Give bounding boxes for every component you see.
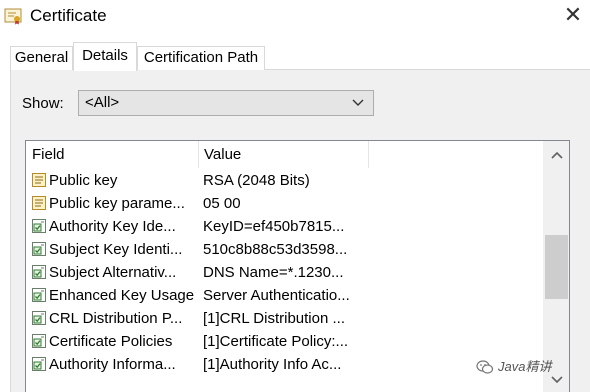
extension-icon: [31, 241, 47, 257]
row-value: KeyID=ef450b7815...: [203, 218, 345, 235]
list-row[interactable]: Public key RSA (2048 Bits): [26, 169, 544, 192]
row-field: CRL Distribution P...: [49, 310, 183, 327]
chevron-up-icon: [550, 151, 563, 159]
property-icon: [31, 195, 47, 211]
chevron-down-icon: [352, 99, 364, 106]
window-title: Certificate: [30, 6, 107, 25]
property-icon: [31, 172, 47, 188]
scroll-thumb[interactable]: [545, 235, 568, 299]
watermark-text: Java精讲: [498, 359, 552, 374]
tab-general[interactable]: General: [10, 46, 73, 70]
row-value: 510c8b88c53d3598...: [203, 241, 348, 258]
wechat-icon: [476, 360, 494, 374]
vertical-scrollbar[interactable]: [543, 141, 569, 392]
column-divider[interactable]: [368, 141, 369, 168]
extension-icon: [31, 264, 47, 280]
list-header: Field Value: [26, 141, 544, 168]
certificate-icon: [4, 8, 22, 25]
row-field: Public key: [49, 172, 118, 189]
extension-icon: [31, 218, 47, 234]
fields-list[interactable]: Field Value Public key RSA (2048 Bits) Pub…: [25, 140, 570, 392]
row-value: [1]CRL Distribution ...: [203, 310, 345, 327]
list-row[interactable]: Public key parame... 05 00: [26, 192, 544, 215]
row-field: Subject Alternativ...: [49, 264, 177, 281]
show-label: Show:: [22, 95, 64, 112]
watermark: Java精讲: [476, 356, 586, 378]
row-field: Enhanced Key Usage: [49, 287, 195, 304]
list-row[interactable]: Subject Alternativ... DNS Name=*.1230...: [26, 261, 544, 284]
show-dropdown[interactable]: <All>: [78, 90, 374, 116]
list-row[interactable]: CRL Distribution P... [1]CRL Distribution…: [26, 307, 544, 330]
row-field: Subject Key Identi...: [49, 241, 183, 258]
extension-icon: [31, 356, 47, 372]
row-field: Certificate Policies: [49, 333, 173, 350]
row-value: 05 00: [203, 195, 241, 212]
list-row[interactable]: Enhanced Key Usage Server Authenticatio..…: [26, 284, 544, 307]
tab-certification-path[interactable]: Certification Path: [137, 46, 265, 70]
list-row[interactable]: Subject Key Identi... 510c8b88c53d3598...: [26, 238, 544, 261]
tab-details[interactable]: Details: [73, 42, 137, 71]
scroll-up-button[interactable]: [543, 141, 569, 168]
extension-icon: [31, 310, 47, 326]
row-value: RSA (2048 Bits): [203, 172, 310, 189]
show-dropdown-value: <All>: [85, 94, 120, 111]
row-field: Authority Informa...: [49, 356, 176, 373]
title-bar: Certificate ✕: [0, 0, 590, 34]
row-field: Public key parame...: [49, 195, 185, 212]
list-row[interactable]: Authority Informa... [1]Authority Info Ac…: [26, 353, 544, 376]
column-header-field[interactable]: Field: [26, 141, 198, 168]
list-row[interactable]: Authority Key Ide... KeyID=ef450b7815...: [26, 215, 544, 238]
row-value: [1]Certificate Policy:...: [203, 333, 349, 350]
close-icon: ✕: [563, 2, 583, 27]
extension-icon: [31, 287, 47, 303]
extension-icon: [31, 333, 47, 349]
column-header-value[interactable]: Value: [198, 141, 368, 168]
row-value: DNS Name=*.1230...: [203, 264, 344, 281]
close-button[interactable]: ✕: [556, 0, 590, 30]
row-value: Server Authenticatio...: [203, 287, 350, 304]
list-row[interactable]: Certificate Policies [1]Certificate Polic…: [26, 330, 544, 353]
row-field: Authority Key Ide...: [49, 218, 176, 235]
